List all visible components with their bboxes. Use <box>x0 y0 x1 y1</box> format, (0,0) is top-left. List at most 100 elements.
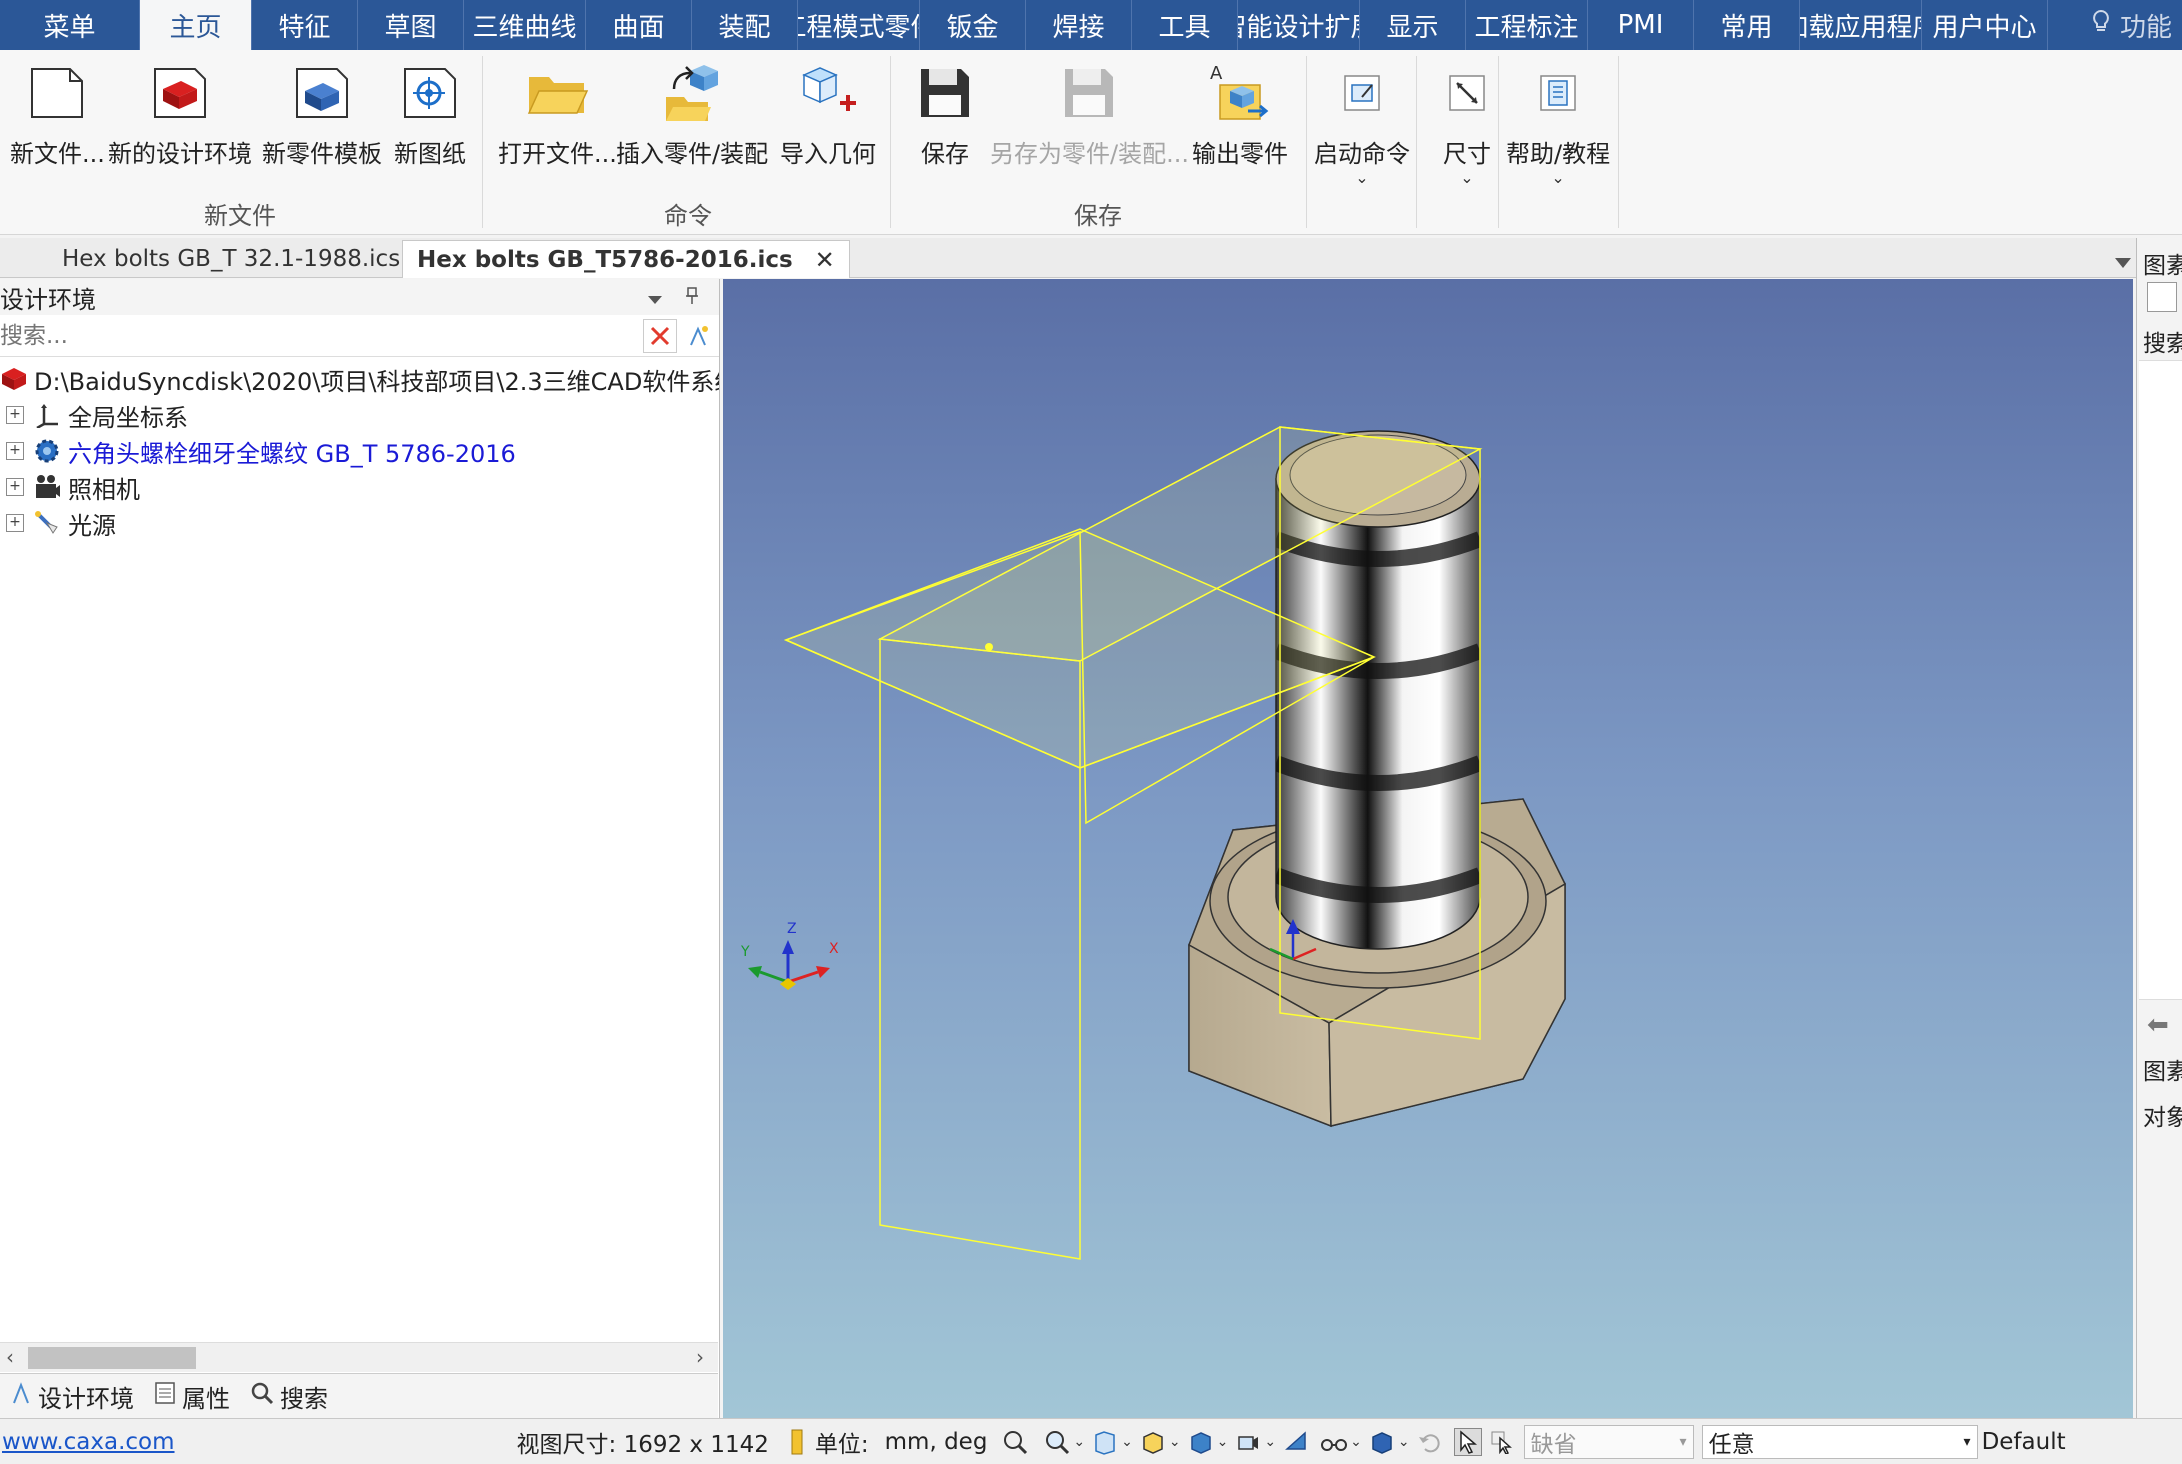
right-panel-search-label: 搜索 <box>2143 331 2182 357</box>
shaded-cube-icon[interactable] <box>1368 1428 1396 1456</box>
scroll-right-icon[interactable]: › <box>696 1345 704 1369</box>
select-pointer-icon[interactable] <box>1453 1427 1482 1456</box>
tab-sheet-metal[interactable]: 钣金 <box>920 0 1026 50</box>
export-part-button[interactable]: A 输出零件 <box>1192 58 1288 169</box>
group-label-command: 命令 <box>664 202 712 230</box>
filter-pointer-icon[interactable] <box>1488 1428 1516 1456</box>
tree-search-input[interactable] <box>0 315 643 356</box>
tree-search-bar <box>0 315 719 357</box>
expand-icon[interactable]: + <box>6 514 24 532</box>
tree-item-global-coordinates[interactable]: + 全局坐标系 <box>0 397 719 433</box>
chevron-down-icon[interactable]: ⌄ <box>1121 1434 1133 1450</box>
tab-engineering-annotation[interactable]: 工程标注 <box>1466 0 1588 50</box>
zoom-icon[interactable] <box>1043 1428 1071 1456</box>
view-cube-icon[interactable] <box>1139 1428 1167 1456</box>
insert-part-button[interactable]: 插入零件/装配 <box>616 58 768 169</box>
feature-search-hint[interactable]: 功能 <box>2090 0 2182 50</box>
clear-search-icon[interactable] <box>643 318 677 353</box>
tab-pmi[interactable]: PMI <box>1588 0 1694 50</box>
doc-tab-label: Hex bolts GB_T 32.1-1988.ics <box>62 246 401 272</box>
zoom-fit-icon[interactable] <box>1001 1428 1029 1456</box>
help-tutorial-button[interactable]: 帮助/教程 ⌄ <box>1506 58 1611 187</box>
default-style-label[interactable]: Default <box>1982 1429 2066 1455</box>
tree-item-camera[interactable]: + 照相机 <box>0 469 719 505</box>
tab-common[interactable]: 常用 <box>1694 0 1800 50</box>
tab-user-center[interactable]: 用户中心 <box>1922 0 2048 50</box>
tree-item-label: 光源 <box>68 511 116 540</box>
doc-tab-gbt32[interactable]: Hex bolts GB_T 32.1-1988.ics <box>48 240 414 278</box>
drawing-sheet-icon <box>395 58 465 128</box>
expand-icon[interactable]: + <box>6 442 24 460</box>
tab-display[interactable]: 显示 <box>1360 0 1466 50</box>
chevron-down-icon: ⌄ <box>1551 168 1565 187</box>
tab-3d-curves[interactable]: 三维曲线 <box>464 0 586 50</box>
tab-load-apps[interactable]: 加载应用程序 <box>1800 0 1922 50</box>
tab-list-dropdown-icon[interactable] <box>2114 246 2132 276</box>
tab-search[interactable]: 搜索 <box>240 1379 338 1414</box>
tree-item-hex-bolt-part[interactable]: + 六角头螺栓细牙全螺纹 GB_T 5786-2016 <box>0 433 719 469</box>
tab-sketch[interactable]: 草图 <box>358 0 464 50</box>
import-geometry-button[interactable]: 导入几何 <box>780 58 876 169</box>
expand-icon[interactable]: + <box>6 406 24 424</box>
tab-home[interactable]: 主页 <box>140 0 252 50</box>
website-link[interactable]: www.caxa.com <box>2 1429 175 1455</box>
tab-design-environment[interactable]: 设计环境 <box>0 1379 144 1414</box>
section-view-icon[interactable] <box>1282 1428 1310 1456</box>
chevron-down-icon[interactable]: ⌄ <box>1350 1434 1362 1450</box>
tab-engineering-mode[interactable]: 工程模式零件 <box>798 0 920 50</box>
scroll-left-icon[interactable]: ‹ <box>6 1345 14 1369</box>
tree-item-label: 照相机 <box>68 475 140 504</box>
new-part-template-button[interactable]: 新零件模板 <box>262 58 382 169</box>
doc-tab-gbt5786[interactable]: Hex bolts GB_T5786-2016.ics ✕ <box>402 240 850 278</box>
filter-select-default[interactable]: 缺省 ▾ <box>1523 1424 1694 1459</box>
start-command-button[interactable]: 启动命令 ⌄ <box>1314 58 1410 186</box>
right-panel-label: 图素 <box>2143 1059 2182 1085</box>
new-file-button[interactable]: 新文件... <box>10 58 105 169</box>
help-tutorial-label: 帮助/教程 <box>1506 140 1611 168</box>
part-template-icon <box>287 58 357 128</box>
camera-orbit-icon[interactable] <box>1234 1428 1262 1456</box>
tree-root-node[interactable]: D:\BaiduSyncdisk\2020\项目\科技部项目\2.3三维CAD软… <box>0 361 719 397</box>
chevron-down-icon[interactable]: ⌄ <box>1217 1434 1229 1450</box>
undo-view-icon[interactable] <box>1416 1428 1444 1456</box>
panel-layout-icon[interactable] <box>2147 282 2177 312</box>
new-design-env-button[interactable]: 新的设计环境 <box>108 58 252 169</box>
close-tab-icon[interactable]: ✕ <box>815 246 835 274</box>
filter-select-any[interactable]: 任意 ▾ <box>1701 1424 1978 1459</box>
ribbon-group-divider <box>1416 56 1417 228</box>
units-label: 单位: <box>814 1431 869 1458</box>
pin-icon[interactable] <box>685 283 699 311</box>
tab-surface[interactable]: 曲面 <box>586 0 692 50</box>
chevron-down-icon[interactable]: ⌄ <box>1169 1434 1181 1450</box>
expand-icon[interactable]: + <box>6 478 24 496</box>
tab-features[interactable]: 特征 <box>252 0 358 50</box>
horizontal-scrollbar[interactable]: ‹ › <box>0 1342 718 1372</box>
3d-viewport[interactable]: Z X Y <box>723 279 2133 1418</box>
dimension-button[interactable]: 尺寸 ⌄ <box>1432 58 1502 186</box>
tab-smart-design[interactable]: 智能设计扩展 <box>1238 0 1360 50</box>
tab-tools[interactable]: 工具 <box>1132 0 1238 50</box>
tree-item-light-source[interactable]: + 光源 <box>0 505 719 541</box>
search-options-icon[interactable] <box>681 319 715 353</box>
panel-menu-icon[interactable] <box>647 283 663 311</box>
start-command-label: 启动命令 <box>1314 140 1410 168</box>
tab-properties[interactable]: 属性 <box>144 1379 240 1414</box>
units-value[interactable]: mm, deg <box>885 1429 988 1455</box>
chevron-down-icon[interactable]: ⌄ <box>1264 1434 1276 1450</box>
tab-assembly[interactable]: 装配 <box>692 0 798 50</box>
insert-part-label: 插入零件/装配 <box>616 140 769 168</box>
open-file-button[interactable]: 打开文件... <box>498 58 617 169</box>
save-button[interactable]: 保存 <box>910 58 980 169</box>
tab-welding[interactable]: 焊接 <box>1026 0 1132 50</box>
arrow-left-icon[interactable]: ⬅ <box>2147 1010 2169 1040</box>
glasses-icon[interactable] <box>1320 1428 1348 1456</box>
save-as-button[interactable]: 另存为零件/装配... <box>990 58 1189 169</box>
origin-point[interactable] <box>985 643 993 651</box>
new-drawing-button[interactable]: 新图纸 <box>394 58 466 169</box>
pan-icon[interactable] <box>1091 1428 1119 1456</box>
tab-menu[interactable]: 菜单 <box>0 0 140 50</box>
chevron-down-icon[interactable]: ⌄ <box>1073 1434 1085 1450</box>
scrollbar-thumb[interactable] <box>28 1347 196 1369</box>
render-mode-icon[interactable] <box>1187 1428 1215 1456</box>
chevron-down-icon[interactable]: ⌄ <box>1398 1434 1410 1450</box>
